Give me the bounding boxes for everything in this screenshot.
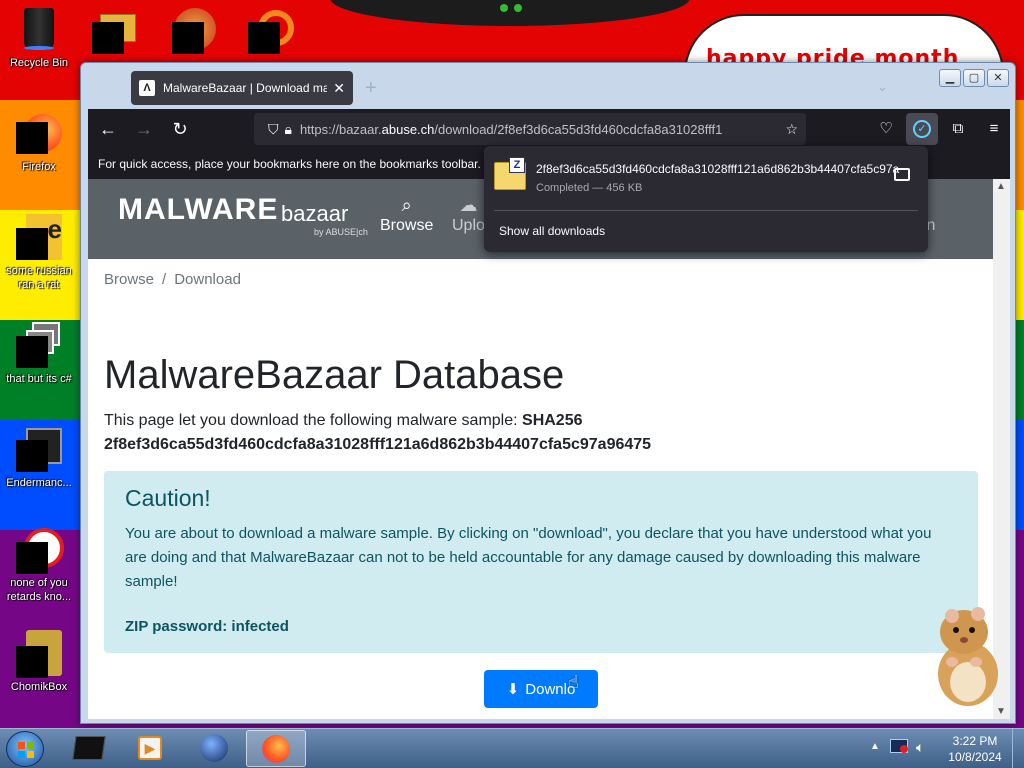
intro-text: This page let you download the following… [104, 412, 652, 453]
start-button[interactable] [6, 731, 44, 767]
desktop-icon-endermanch[interactable]: Endermanc... [0, 426, 78, 490]
panel-divider [494, 210, 918, 211]
alert-body: You are about to download a malware samp… [125, 525, 932, 590]
taskbar: ▶ ▲ 🔈︎ 3:22 PM 10/8/2024 [0, 728, 1024, 768]
logo-malware[interactable]: MALWARE [118, 193, 278, 227]
open-folder-icon[interactable] [894, 168, 910, 181]
upload-icon: ☁ [459, 195, 478, 215]
recycle-bin-icon [16, 6, 62, 52]
nav-browse[interactable]: ⌕ Browse [380, 195, 433, 235]
extensions-icon[interactable]: ⧉ [942, 113, 974, 145]
list-all-tabs-icon[interactable]: ⌄ [877, 79, 888, 95]
taskbar-clock[interactable]: 3:22 PM 10/8/2024 [940, 733, 1010, 765]
alert-title: Caution! [125, 485, 211, 511]
taskbar-app-media-player[interactable]: ▶ [120, 730, 180, 767]
close-tab-icon[interactable]: ✕ [333, 80, 345, 97]
desktop-icon-firefox[interactable]: Firefox [0, 110, 78, 174]
system-tray: ▲ 🔈︎ [862, 729, 940, 768]
app-icon[interactable] [170, 6, 218, 56]
caution-alert: Caution! You are about to download a mal… [104, 471, 978, 653]
desktop-icon-chomikbox[interactable]: ChomikBox [0, 630, 78, 694]
file-icon: e [16, 214, 62, 260]
pocket-icon[interactable]: ♡ [870, 113, 902, 145]
download-file-icon: ⬇ [506, 681, 520, 698]
volume-icon[interactable]: 🔈︎ [916, 739, 932, 755]
windows-logo-icon [18, 742, 34, 758]
url-bar[interactable]: ⛉ 🔒︎ https://bazaar.abuse.ch/download/2f… [254, 113, 806, 145]
toolbar-right: ♡ ✓ ⧉ ≡ [870, 113, 1010, 145]
page-title: MalwareBazaar Database [104, 353, 565, 397]
taskbar-app-firefox[interactable] [246, 730, 306, 767]
desktop-icon-that-but-csharp[interactable]: that but its c# [0, 322, 78, 386]
forward-icon[interactable]: → [128, 113, 160, 145]
bookmarks-hint: For quick access, place your bookmarks h… [98, 157, 481, 171]
taskbar-app-terminal[interactable] [58, 730, 118, 767]
taskbar-app-globe[interactable] [184, 730, 244, 767]
breadcrumb: Browse / Download [104, 271, 241, 288]
download-item[interactable]: Z 2f8ef3d6ca55d3fd460cdcfa8a31028fff121a… [494, 157, 920, 200]
desktop-icon-none-of-you[interactable]: none of you retards kno... [0, 526, 78, 604]
zip-password: ZIP password: infected [125, 618, 289, 635]
scroll-up-icon[interactable]: ▲ [996, 181, 1006, 192]
nav-upload[interactable]: ☁ Uplo [452, 195, 485, 235]
folder-icon[interactable] [92, 6, 140, 56]
chomikbox-icon [16, 630, 62, 678]
new-tab-icon[interactable]: + [365, 77, 377, 100]
menu-icon[interactable]: ≡ [978, 113, 1010, 145]
sha256-hash: 2f8ef3d6ca55d3fd460cdcfa8a31028fff121a6d… [104, 436, 652, 453]
tab-title: MalwareBazaar | Download mal [163, 81, 328, 95]
breadcrumb-download: Download [174, 271, 241, 288]
console-icon [16, 426, 62, 472]
desktop-icon-recycle-bin[interactable]: Recycle Bin [0, 6, 78, 70]
search-icon: ⌕ [401, 195, 412, 215]
downloads-icon[interactable]: ✓ [906, 113, 938, 145]
download-button[interactable]: ⬇ Downlo [484, 670, 598, 708]
download-status: Completed — 456 KB [536, 182, 643, 194]
shield-icon[interactable]: ⛉ [268, 121, 279, 138]
wallpaper-creature [330, 0, 690, 26]
bookmark-star-icon[interactable]: ☆ [785, 121, 798, 138]
tab-strip: Λ MalwareBazaar | Download mal ✕ + ⌄ [89, 63, 1009, 109]
window-icon [16, 322, 62, 368]
zip-file-icon: Z [494, 157, 526, 190]
show-all-downloads[interactable]: Show all downloads [499, 224, 605, 238]
desktop-icon-some-russian[interactable]: e some russian ran a rat [0, 214, 78, 292]
clock-time: 3:22 PM [952, 734, 998, 748]
app-icon[interactable] [248, 6, 296, 56]
lock-icon[interactable]: 🔒︎ [285, 121, 292, 138]
back-icon[interactable]: ← [92, 113, 124, 145]
url-text[interactable]: https://bazaar.abuse.ch/download/2f8ef3d… [300, 122, 779, 137]
mouse-cursor-icon: ☝ [568, 672, 579, 692]
logo-bazaar[interactable]: bazaar [281, 201, 348, 227]
breadcrumb-separator: / [162, 271, 167, 288]
breadcrumb-browse[interactable]: Browse [104, 271, 154, 288]
tab-malwarebazaar[interactable]: Λ MalwareBazaar | Download mal ✕ [131, 71, 353, 105]
malwarebazaar-favicon-icon: Λ [139, 80, 155, 96]
notification-badge-icon [900, 745, 908, 753]
page-content: MALWARE bazaar by ABUSE|ch ⌕ Browse ☁ Up… [88, 179, 993, 719]
creature-eye [514, 4, 522, 12]
app-icon [16, 526, 64, 574]
reload-icon[interactable]: ↻ [164, 113, 196, 145]
clock-date: 10/8/2024 [948, 750, 1002, 764]
creature-eye [500, 4, 508, 12]
show-hidden-icons-icon[interactable]: ▲ [870, 741, 880, 752]
show-desktop-button[interactable] [1012, 729, 1024, 768]
downloads-panel: Z 2f8ef3d6ca55d3fd460cdcfa8a31028fff121a… [484, 146, 928, 252]
hamster-sticker [938, 607, 998, 706]
download-file-name: 2f8ef3d6ca55d3fd460cdcfa8a31028fff121a6d… [536, 162, 900, 176]
firefox-icon [16, 110, 62, 156]
logo-by-abuse: by ABUSE|ch [314, 227, 368, 237]
